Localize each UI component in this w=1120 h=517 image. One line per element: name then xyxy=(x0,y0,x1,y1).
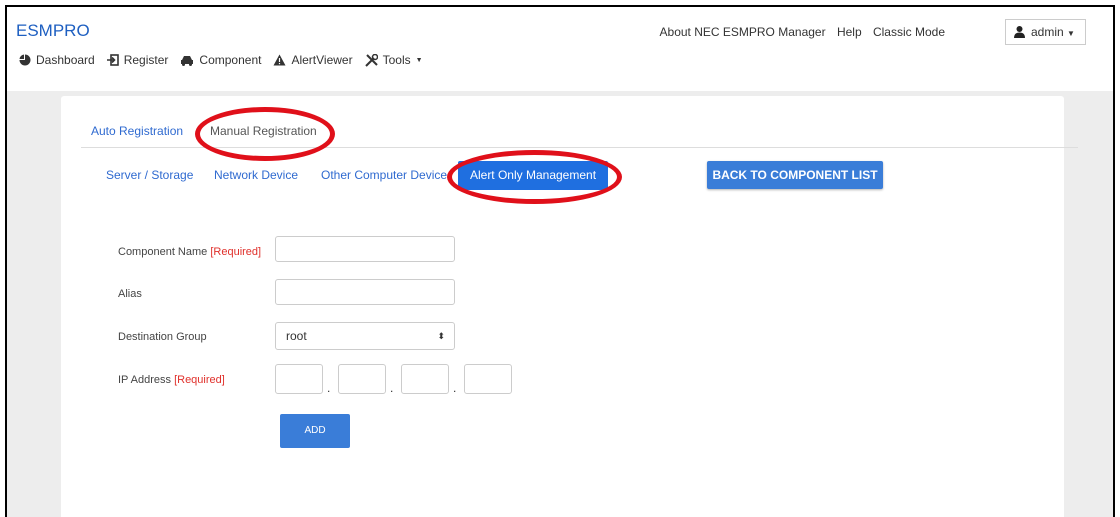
subtab-network-device[interactable]: Network Device xyxy=(214,168,298,182)
nav-tools-label: Tools xyxy=(382,53,411,67)
app-logo[interactable]: ESMPRO xyxy=(16,21,90,41)
nav-dashboard[interactable]: Dashboard xyxy=(19,53,95,67)
warning-icon xyxy=(273,54,286,66)
register-icon xyxy=(106,54,119,66)
subtab-alert-only-management[interactable]: Alert Only Management xyxy=(458,161,608,190)
component-name-label: Component Name [Required] xyxy=(118,246,261,258)
ip-separator: . xyxy=(327,381,331,395)
nav-alertviewer-label: AlertViewer xyxy=(291,53,353,67)
caret-down-icon: ▼ xyxy=(1067,29,1075,38)
component-name-input[interactable] xyxy=(275,236,455,262)
user-name: admin xyxy=(1031,25,1064,39)
registration-panel: Auto Registration Manual Registration Se… xyxy=(61,96,1078,517)
car-icon xyxy=(181,55,194,66)
caret-down-icon: ▼ xyxy=(415,56,423,64)
about-link[interactable]: About NEC ESMPRO Manager xyxy=(660,25,826,39)
add-button[interactable]: ADD xyxy=(280,414,350,448)
tab-divider xyxy=(81,147,1078,148)
user-menu-button[interactable]: admin ▼ xyxy=(1005,19,1086,45)
component-name-label-text: Component Name xyxy=(118,246,208,258)
nav-dashboard-label: Dashboard xyxy=(36,53,95,67)
ip-address-label: IP Address [Required] xyxy=(118,374,225,386)
ip-octet-4-input[interactable] xyxy=(464,364,512,394)
nav-register-label: Register xyxy=(123,53,169,67)
app-window: ESMPRO About NEC ESMPRO Manager Help Cla… xyxy=(5,5,1115,517)
subtab-server-storage[interactable]: Server / Storage xyxy=(106,168,193,182)
tab-manual-registration[interactable]: Manual Registration xyxy=(210,124,317,138)
ip-octet-3-input[interactable] xyxy=(401,364,449,394)
destination-group-label: Destination Group xyxy=(118,331,207,343)
ip-separator: . xyxy=(390,381,394,395)
ip-address-label-text: IP Address xyxy=(118,374,171,386)
help-link[interactable]: Help xyxy=(837,25,862,39)
main-nav: Dashboard Register Component AlertViewer… xyxy=(19,53,435,67)
alias-label: Alias xyxy=(118,288,142,300)
ip-octet-2-input[interactable] xyxy=(338,364,386,394)
pie-chart-icon xyxy=(19,54,31,66)
destination-group-value: root xyxy=(286,329,307,343)
back-to-component-list-button[interactable]: BACK TO COMPONENT LIST xyxy=(707,161,883,189)
ip-octet-1-input[interactable] xyxy=(275,364,323,394)
header-links: About NEC ESMPRO Manager Help Classic Mo… xyxy=(652,25,945,39)
top-bar: ESMPRO About NEC ESMPRO Manager Help Cla… xyxy=(7,7,1113,91)
destination-group-select[interactable]: root ⬍ xyxy=(275,322,455,350)
user-icon xyxy=(1014,26,1025,38)
nav-tools[interactable]: Tools ▼ xyxy=(364,53,423,67)
nav-component[interactable]: Component xyxy=(180,53,261,67)
nav-register[interactable]: Register xyxy=(106,53,169,67)
subtab-other-computer-device[interactable]: Other Computer Device xyxy=(321,168,447,182)
classic-mode-link[interactable]: Classic Mode xyxy=(873,25,945,39)
tools-icon xyxy=(364,53,378,67)
alias-input[interactable] xyxy=(275,279,455,305)
required-marker: [Required] xyxy=(174,374,225,386)
select-arrows-icon: ⬍ xyxy=(437,331,445,341)
nav-alertviewer[interactable]: AlertViewer xyxy=(273,53,353,67)
nav-component-label: Component xyxy=(199,53,262,67)
required-marker: [Required] xyxy=(210,246,262,258)
ip-separator: . xyxy=(453,381,457,395)
tab-auto-registration[interactable]: Auto Registration xyxy=(91,124,183,138)
